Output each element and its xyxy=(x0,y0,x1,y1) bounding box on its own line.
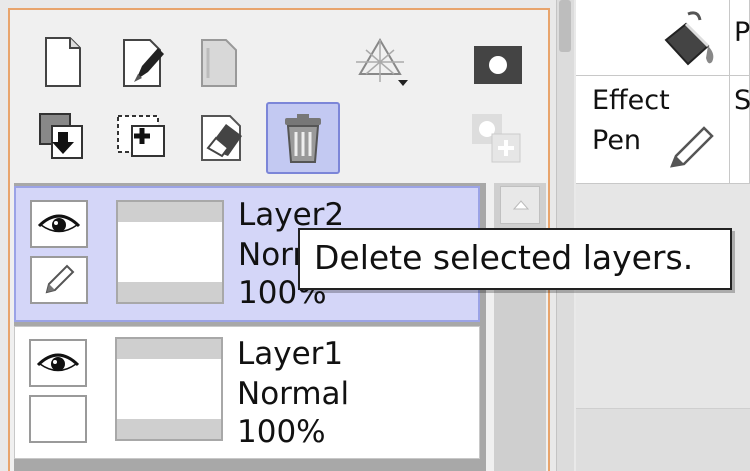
merge-down-icon xyxy=(117,115,165,157)
new-layer-icon xyxy=(45,37,81,87)
transfer-down-button[interactable] xyxy=(32,106,92,166)
delete-layer-icon xyxy=(285,114,321,163)
eye-icon xyxy=(37,214,81,233)
layer-blend-mode: Normal xyxy=(237,376,350,412)
brush-cell-partial[interactable]: S xyxy=(730,76,750,184)
brush-label: P xyxy=(734,17,750,48)
pen-icon xyxy=(670,126,714,168)
new-vector-layer-button[interactable] xyxy=(114,32,174,92)
scroll-up-button[interactable] xyxy=(500,186,540,224)
brush-cell-bucket[interactable] xyxy=(576,0,730,76)
new-folder-icon xyxy=(201,39,237,87)
brush-label: S xyxy=(734,85,750,116)
tooltip: Delete selected layers. xyxy=(298,228,732,290)
brush-cell-partial[interactable]: P xyxy=(730,0,750,76)
edit-lock-toggle[interactable] xyxy=(30,256,88,304)
layer-thumbnail xyxy=(115,337,223,441)
apply-mask-icon xyxy=(472,114,521,163)
perspective-ruler-icon xyxy=(356,38,408,86)
chevron-up-icon xyxy=(512,200,530,210)
clear-layer-icon xyxy=(201,115,242,161)
brush-label-line1: Effect xyxy=(592,85,670,116)
apply-mask-button[interactable] xyxy=(466,108,526,168)
edit-lock-toggle[interactable] xyxy=(29,395,87,443)
layer-opacity: 100% xyxy=(237,414,326,450)
pencil-icon xyxy=(45,264,75,294)
eye-icon xyxy=(36,353,80,372)
brush-cell-effect-pen[interactable]: Effect Pen xyxy=(576,76,730,184)
brush-empty-area xyxy=(576,184,750,408)
brush-label-line2: Pen xyxy=(592,125,642,156)
new-layer-button[interactable] xyxy=(32,32,92,92)
brush-panel-footer xyxy=(576,408,750,471)
bucket-icon xyxy=(664,11,714,66)
layer-mask-icon xyxy=(474,46,522,84)
layer-row[interactable]: Layer1 Normal 100% xyxy=(14,326,480,459)
layer-name: Layer1 xyxy=(237,336,344,372)
layer-mask-button[interactable] xyxy=(468,34,528,94)
new-vector-layer-icon xyxy=(123,39,164,87)
perspective-ruler-button[interactable] xyxy=(350,32,410,92)
new-folder-button[interactable] xyxy=(190,32,250,92)
clear-layer-button[interactable] xyxy=(192,106,252,166)
layer-name: Layer2 xyxy=(238,197,345,233)
transfer-down-icon xyxy=(39,113,83,159)
visibility-toggle[interactable] xyxy=(29,339,87,387)
layer-list-scrollbar[interactable] xyxy=(494,183,546,471)
panel-scrollbar-thumb[interactable] xyxy=(559,0,571,52)
visibility-toggle[interactable] xyxy=(30,200,88,248)
delete-layer-button[interactable] xyxy=(266,102,340,174)
layer-thumbnail xyxy=(116,200,224,304)
merge-down-button[interactable] xyxy=(110,106,170,166)
